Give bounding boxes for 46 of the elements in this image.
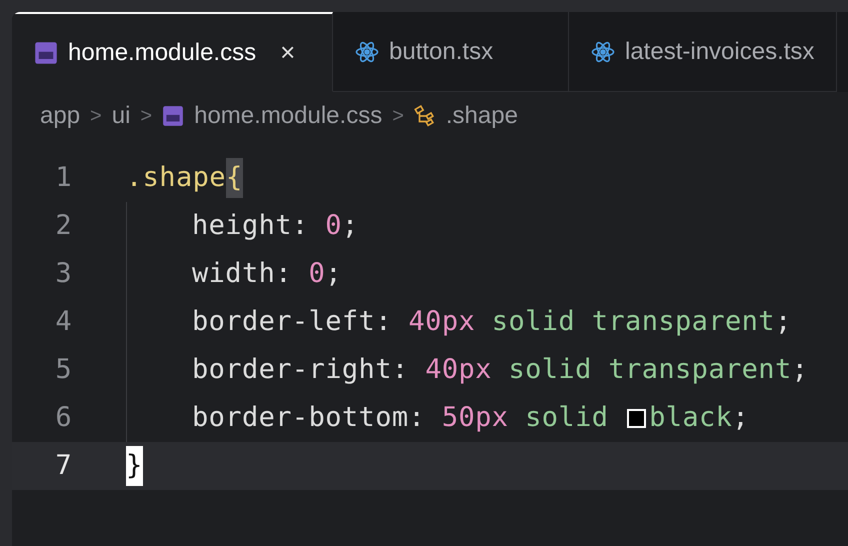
code-token: height: — [192, 208, 310, 243]
code-token: solid transparent — [490, 304, 775, 339]
atom-icon — [591, 40, 615, 64]
line-number: 2 — [54, 208, 72, 243]
breadcrumb-item[interactable]: .shape — [446, 98, 518, 134]
code-token: { — [226, 158, 243, 198]
code-token: 50px — [442, 400, 508, 435]
line-number: 3 — [54, 256, 72, 291]
code-token: border-bottom: — [192, 400, 426, 435]
breadcrumb-item[interactable]: home.module.css — [194, 98, 382, 134]
editor-tab[interactable]: home.module.css × — [12, 12, 333, 92]
code-token: border-right: — [192, 352, 410, 387]
breadcrumb-item[interactable]: ui — [112, 98, 130, 134]
file-icon — [162, 105, 184, 127]
chevron-icon: > — [90, 101, 102, 131]
line-number: 5 — [54, 352, 72, 387]
color-swatch[interactable] — [627, 408, 646, 428]
code-token: 0 — [308, 256, 326, 291]
line-number: 7 — [54, 448, 72, 483]
code-token: ; — [774, 304, 792, 339]
code-token: border-left: — [192, 304, 393, 339]
code-token: 40px — [408, 304, 476, 339]
breadcrumb-item[interactable]: app — [40, 98, 80, 134]
editor-tab[interactable]: latest-invoices.tsx — [569, 12, 838, 92]
chevron-icon: > — [140, 101, 152, 131]
line-number: 1 — [54, 160, 72, 195]
line-number: 4 — [54, 304, 72, 339]
file-icon — [34, 40, 58, 64]
chevron-icon: > — [392, 101, 404, 131]
atom-icon — [355, 40, 379, 64]
code-token: width: — [192, 256, 293, 291]
line-number: 6 — [54, 400, 72, 435]
code-token: 40px — [425, 352, 492, 387]
structure-icon — [414, 105, 436, 127]
text-cursor: } — [126, 446, 143, 486]
code-token: ; — [342, 208, 359, 243]
code-token: ; — [792, 352, 808, 387]
code-token: 0 — [325, 208, 342, 243]
editor-tab[interactable]: button.tsx — [333, 12, 569, 92]
code-token: .shape — [126, 160, 226, 195]
code-token: solid — [524, 400, 610, 435]
code-token: black — [649, 400, 732, 435]
close-icon[interactable]: × — [280, 33, 296, 72]
code-token: ; — [325, 256, 342, 291]
code-token: solid transparent — [507, 352, 792, 387]
code-token: ; — [732, 400, 749, 435]
